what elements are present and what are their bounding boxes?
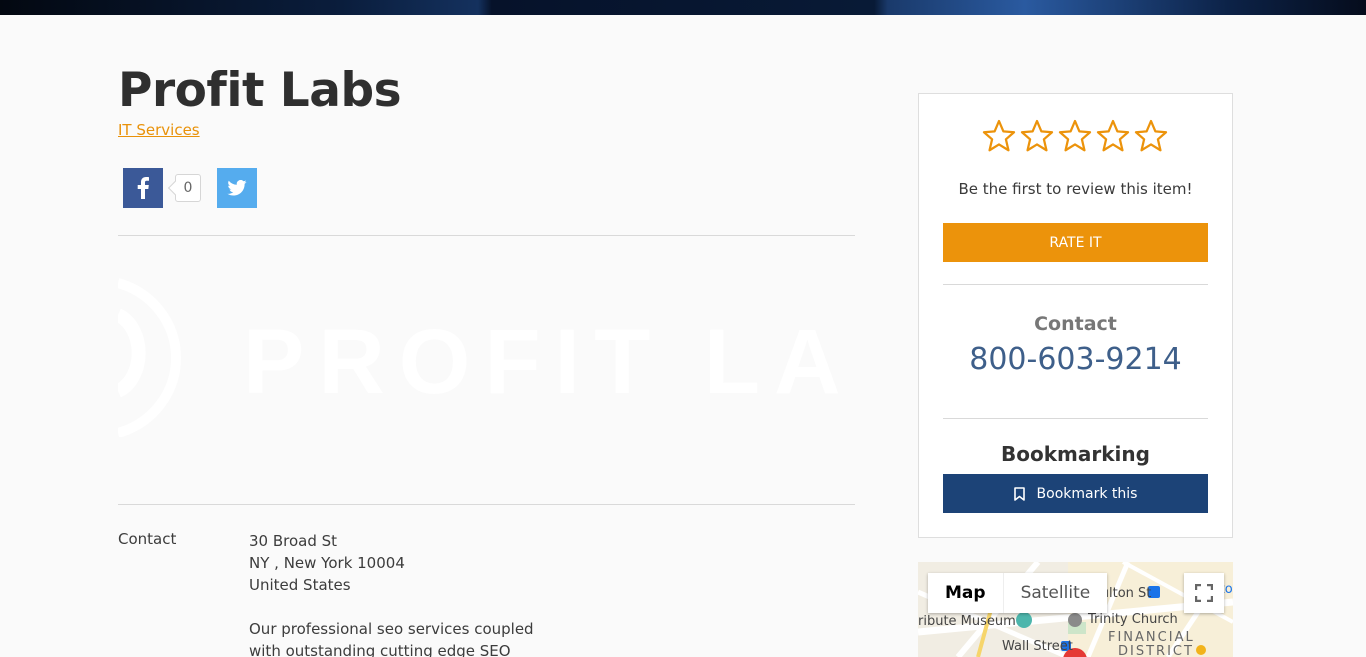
address: 30 Broad St NY , New York 10004 United S…: [249, 530, 405, 596]
rate-it-button[interactable]: RATE IT: [943, 223, 1208, 262]
bookmarking-heading: Bookmarking: [1001, 442, 1150, 466]
review-prompt: Be the first to review this item!: [958, 180, 1193, 198]
fullscreen-icon: [1195, 584, 1213, 602]
star-icon[interactable]: [1019, 118, 1055, 154]
map-tab-map[interactable]: Map: [928, 573, 1003, 613]
section-divider: [118, 504, 855, 505]
bookmark-button[interactable]: Bookmark this: [943, 474, 1208, 513]
star-icon[interactable]: [1133, 118, 1169, 154]
listing-title: Profit Labs: [118, 63, 402, 118]
section-divider: [118, 235, 855, 236]
address-line: United States: [249, 576, 351, 594]
star-icon[interactable]: [1095, 118, 1131, 154]
map-label: Wall Street: [1002, 639, 1073, 654]
fullscreen-button[interactable]: [1184, 573, 1224, 613]
description-line: Our professional seo services coupled: [249, 620, 534, 638]
contact-label: Contact: [118, 530, 177, 548]
map-label: ribute Museum: [918, 614, 1016, 629]
sidebar-divider: [943, 284, 1208, 285]
contact-heading: Contact: [1034, 313, 1117, 335]
category-link[interactable]: IT Services: [118, 121, 200, 139]
description-line: with outstanding cutting edge SEO: [249, 642, 511, 657]
map-label: Trinity Church: [1088, 612, 1178, 627]
map-label: FINANCIAL: [1108, 630, 1195, 645]
bookmark-button-label: Bookmark this: [1036, 485, 1138, 502]
map-tab-satellite[interactable]: Satellite: [1002, 573, 1108, 613]
sidebar-divider: [943, 418, 1208, 419]
location-map[interactable]: Fulton St lto ribute Museum Trinity Chur…: [918, 562, 1233, 657]
map-label: DISTRICT: [1118, 644, 1194, 657]
description: Our professional seo services coupled wi…: [249, 618, 534, 657]
rating-stars[interactable]: [981, 118, 1169, 154]
hero-banner-strip: [0, 0, 1366, 15]
share-bar: 0: [123, 168, 257, 208]
star-icon[interactable]: [1057, 118, 1093, 154]
facebook-share-button[interactable]: [123, 168, 163, 208]
map-type-toggle: Map Satellite: [928, 573, 1108, 613]
facebook-icon: [137, 177, 149, 199]
facebook-share-count: 0: [175, 174, 201, 202]
twitter-share-button[interactable]: [217, 168, 257, 208]
logo-wordmark: PROFIT LAB: [243, 311, 855, 413]
address-line: NY , New York 10004: [249, 554, 405, 572]
bookmark-icon: [1013, 486, 1025, 501]
twitter-icon: [227, 180, 247, 196]
address-line: 30 Broad St: [249, 532, 338, 550]
phone-number[interactable]: 800-603-9214: [919, 342, 1232, 377]
sidebar-panel: Be the first to review this item! RATE I…: [918, 93, 1233, 538]
listing-logo: PROFIT LAB: [114, 277, 921, 438]
star-icon[interactable]: [981, 118, 1017, 154]
